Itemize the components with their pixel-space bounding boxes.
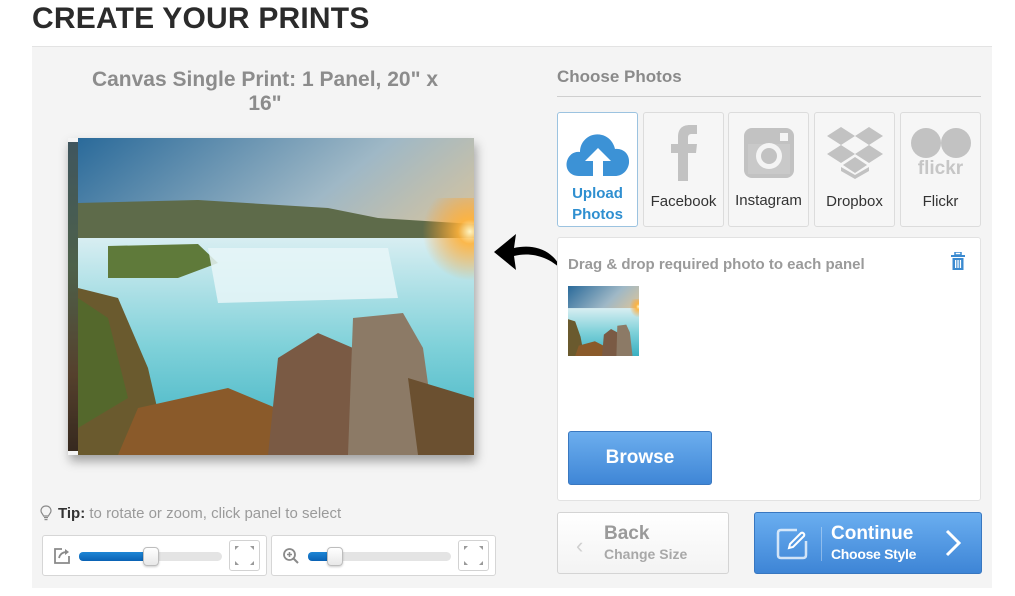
drag-direction-arrow-icon	[494, 234, 562, 270]
continue-subtitle: Choose Style	[831, 546, 917, 562]
back-subtitle: Change Size	[604, 546, 688, 562]
zoom-fit-button[interactable]	[458, 540, 489, 571]
back-title: Back	[604, 523, 650, 544]
chevron-right-icon	[945, 529, 961, 557]
continue-title: Continue	[831, 523, 914, 544]
lightbulb-icon	[40, 505, 52, 521]
source-label: Facebook	[650, 193, 717, 210]
rotate-fit-button[interactable]	[229, 540, 260, 571]
page-title: CREATE YOUR PRINTS	[32, 2, 370, 35]
rotate-slider[interactable]	[79, 547, 222, 566]
source-label-line2: Photos	[572, 206, 623, 223]
tip-message: to rotate or zoom, click panel to select	[85, 505, 342, 522]
tip-text: Tip: to rotate or zoom, click panel to s…	[40, 505, 341, 522]
trash-icon[interactable]	[950, 252, 966, 270]
thumbnail-image	[568, 286, 639, 356]
print-product-title: Canvas Single Print: 1 Panel, 20" x 16"	[91, 68, 439, 115]
photo-source-list: Upload Photos Facebook Instagram Dropbox…	[557, 112, 981, 227]
zoom-slider[interactable]	[308, 547, 451, 566]
flickr-wordmark: flickr	[917, 158, 964, 179]
waterfall-photo	[78, 138, 474, 455]
source-label: Flickr	[922, 193, 959, 210]
source-label: Instagram	[735, 192, 802, 209]
edit-style-icon	[776, 528, 808, 560]
drop-instruction: Drag & drop required photo to each panel	[568, 256, 865, 273]
divider	[557, 96, 981, 97]
zoom-control	[271, 535, 496, 576]
source-flickr[interactable]: flickr Flickr	[900, 112, 981, 227]
fit-to-panel-icon	[464, 546, 483, 565]
facebook-icon	[644, 123, 723, 183]
rotate-icon	[54, 548, 70, 564]
source-label: Dropbox	[826, 193, 883, 210]
dropbox-icon	[815, 123, 894, 183]
zoom-in-icon	[283, 548, 299, 564]
back-button[interactable]: ‹ Back Change Size	[557, 512, 729, 574]
source-dropbox[interactable]: Dropbox	[814, 112, 895, 227]
rotate-slider-fill	[79, 552, 151, 561]
canvas-photo[interactable]	[78, 138, 474, 455]
tip-label: Tip:	[58, 505, 86, 522]
photo-thumbnail[interactable]	[568, 286, 639, 356]
chevron-left-icon: ‹	[576, 533, 584, 558]
rotate-control	[42, 535, 267, 576]
instagram-icon	[729, 123, 808, 183]
source-label-line1: Upload	[572, 185, 623, 202]
continue-button[interactable]: Continue Choose Style	[754, 512, 982, 574]
canvas-panel[interactable]	[68, 138, 474, 455]
photo-drop-area[interactable]: Drag & drop required photo to each panel…	[557, 237, 981, 501]
rotate-slider-handle[interactable]	[142, 547, 159, 566]
source-instagram[interactable]: Instagram	[728, 112, 809, 227]
browse-button[interactable]: Browse	[568, 431, 712, 485]
source-facebook[interactable]: Facebook	[643, 112, 724, 227]
source-upload-photos[interactable]: Upload Photos	[557, 112, 638, 227]
separator	[821, 527, 822, 561]
flickr-icon: flickr	[901, 123, 980, 183]
cloud-upload-icon	[558, 123, 637, 183]
choose-photos-heading: Choose Photos	[557, 67, 682, 86]
zoom-slider-handle[interactable]	[327, 547, 344, 566]
fit-to-panel-icon	[235, 546, 254, 565]
